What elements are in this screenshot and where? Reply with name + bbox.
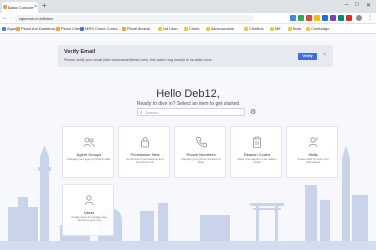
extension-icon[interactable] <box>298 15 304 21</box>
clipboard-icon <box>253 136 261 148</box>
profile-avatar[interactable] <box>356 15 362 21</box>
folder-icon <box>306 27 310 31</box>
user-icon <box>84 195 94 206</box>
bookmark-icon <box>122 27 126 31</box>
browser-tabstrip: Basic Console × + – □ ✕ <box>0 0 376 13</box>
card-phone-numbers[interactable]: Phone Numbers Manage your phone numbers … <box>174 126 226 178</box>
verify-button[interactable]: Verify <box>298 53 317 60</box>
greeting-subtitle: Ready to dive in? Select an item to get … <box>136 101 240 107</box>
card-users[interactable]: Users Create users & manage user access … <box>62 184 114 236</box>
tab-favicon-icon <box>3 5 7 9</box>
bookmark-item[interactable]: Cinue <box>184 26 199 31</box>
url-input[interactable]: cginmon.m.ieifoliov <box>14 15 254 22</box>
bookmark-icon <box>16 27 20 31</box>
extension-icon[interactable] <box>314 15 320 21</box>
bookmark-item[interactable]: Confuutgo <box>306 26 329 31</box>
bookmark-item[interactable]: Plosh Ani Dasbboa... <box>16 26 58 31</box>
maximize-button[interactable]: □ <box>355 2 359 8</box>
tab-close-icon[interactable]: × <box>34 4 37 10</box>
apps-icon <box>2 27 6 31</box>
url-text: cginmon.m.ieifoliov <box>19 16 54 21</box>
card-permission-sets[interactable]: Permission Sets Group lots of permission… <box>118 126 170 178</box>
bookmarks-bar: Apps Plosh Ani Dasbboa... Plosh Clien MR… <box>0 24 376 34</box>
tab-title: Basic Console <box>8 5 34 10</box>
bookmark-item[interactable]: cid Lilan <box>158 26 178 31</box>
lock-icon <box>141 137 149 148</box>
browser-menu-icon[interactable]: ⋮ <box>367 15 373 22</box>
folder-icon <box>244 27 248 31</box>
bookmark-item[interactable]: Alimvounstar <box>206 26 234 31</box>
extension-icon[interactable] <box>338 15 344 21</box>
card-description: Manage your phone numbers & flows <box>181 157 221 165</box>
extension-icon[interactable] <box>306 15 312 21</box>
agent-groups-icon <box>83 137 95 148</box>
card-description: Allow your agents to set reason codes <box>237 157 277 165</box>
extension-icon[interactable] <box>346 15 352 21</box>
browser-tab[interactable]: Basic Console × <box>2 2 38 13</box>
folder-icon <box>158 27 162 31</box>
card-description: Create skills to route your interactions <box>297 157 329 165</box>
verify-email-banner: Verify Email Please verify your email (d… <box>58 45 333 67</box>
card-description: Manage your agent groups & skills <box>67 157 111 161</box>
search-placeholder: Search... <box>145 110 162 115</box>
extension-icon[interactable] <box>330 15 336 21</box>
folder-icon <box>206 27 210 31</box>
extension-icon[interactable] <box>322 15 328 21</box>
folder-icon <box>184 27 188 31</box>
bookmark-icon <box>80 27 84 31</box>
bookmark-item[interactable]: Bum <box>288 26 301 31</box>
card-skills[interactable]: Skills Create skills to route your inter… <box>286 126 338 178</box>
card-agent-groups[interactable]: Agent Groups Manage your agent groups & … <box>62 126 114 178</box>
card-description: Group lots of permissions as a permissio… <box>126 157 164 165</box>
bookmark-item[interactable]: Plostl Aimeal <box>122 26 150 31</box>
settings-icon[interactable]: ⚙ <box>250 108 256 116</box>
banner-message: Please verify your email (deb.smmeasde@t… <box>64 58 213 62</box>
new-tab-button[interactable]: + <box>42 2 47 10</box>
search-input[interactable]: ⌕ Search... <box>137 108 245 116</box>
card-reason-codes[interactable]: Reason Codes Allow your agents to set re… <box>230 126 282 178</box>
greeting-heading: Hello Deb12, <box>156 88 220 100</box>
bookmark-item[interactable]: Plosh Clien <box>56 26 81 31</box>
skills-icon <box>308 136 319 148</box>
page-content: Verify Email Please verify your email (d… <box>0 35 376 250</box>
search-icon: ⌕ <box>140 110 143 115</box>
bookmark-item[interactable]: Chietlos <box>244 26 263 31</box>
bookmark-item[interactable]: Apps <box>2 26 16 31</box>
phone-icon <box>196 137 207 148</box>
address-bar-row: ← → cginmon.m.ieifoliov ⋮ <box>0 13 376 24</box>
folder-icon <box>270 27 274 31</box>
banner-title: Verify Email <box>64 49 96 55</box>
minimize-button[interactable]: – <box>345 2 348 8</box>
folder-icon <box>288 27 292 31</box>
bookmark-item[interactable]: Mfi <box>270 26 280 31</box>
banner-close-icon[interactable]: × <box>323 52 326 58</box>
bookmark-item[interactable]: MRS Cloud Corea... <box>80 26 121 31</box>
close-window-button[interactable]: ✕ <box>366 2 371 9</box>
extension-icon[interactable] <box>290 15 296 21</box>
card-description: Create users & manage user access to you… <box>71 215 107 223</box>
bookmark-icon <box>56 27 60 31</box>
